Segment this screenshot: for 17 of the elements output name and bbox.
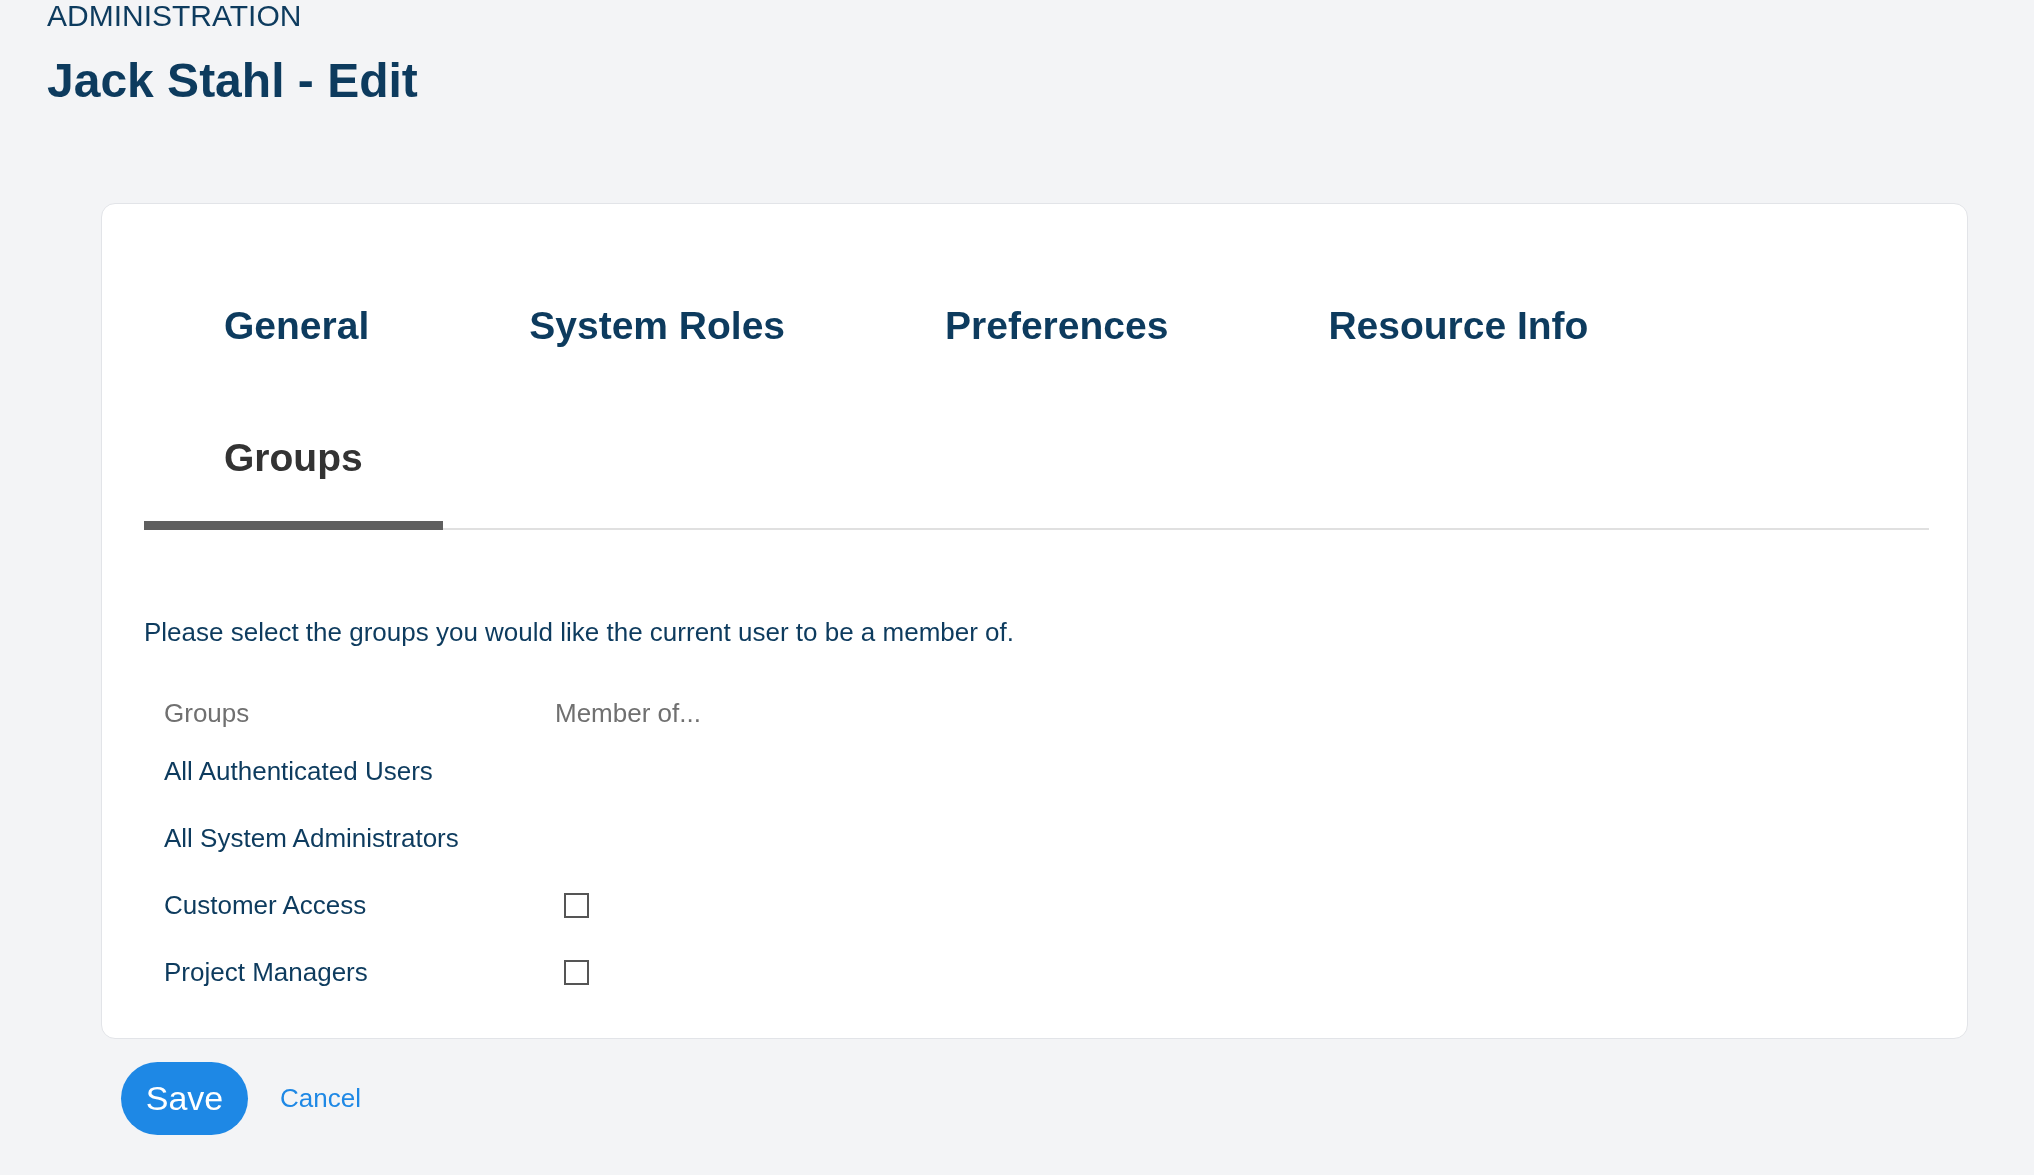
tab[interactable]: Groups bbox=[144, 396, 443, 530]
column-header: Groups bbox=[164, 697, 250, 728]
checkbox[interactable] bbox=[564, 960, 589, 985]
page-title: Jack Stahl - Edit bbox=[47, 53, 418, 109]
tab[interactable]: General bbox=[144, 264, 450, 398]
group-name: Project Managers bbox=[164, 957, 368, 987]
group-name: All System Administrators bbox=[164, 823, 459, 853]
instruction-text: Please select the groups you would like the current user to be a member of. bbox=[144, 616, 1015, 648]
tab[interactable]: System Roles bbox=[449, 264, 866, 398]
tab[interactable]: Preferences bbox=[865, 264, 1249, 398]
tab[interactable]: Resource Info bbox=[1248, 264, 1669, 398]
section-label: ADMINISTRATION bbox=[47, 0, 302, 32]
save-button[interactable]: Save bbox=[121, 1062, 248, 1135]
column-header: Member of... bbox=[555, 697, 701, 728]
group-name: All Authenticated Users bbox=[164, 756, 433, 786]
checkbox[interactable] bbox=[564, 893, 589, 918]
group-name: Customer Access bbox=[164, 890, 367, 920]
